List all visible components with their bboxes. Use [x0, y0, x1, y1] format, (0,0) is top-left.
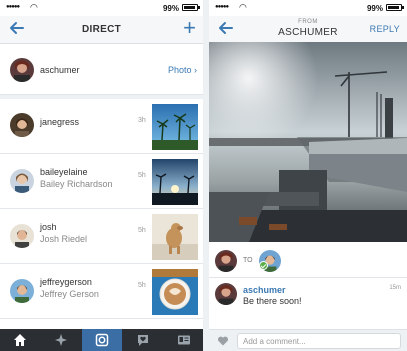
list-item-fullname: Josh Riedel: [40, 234, 88, 244]
comment-text: Be there soon!: [243, 296, 302, 306]
thumbnail-image: [152, 269, 198, 315]
list-item-username: jeffreygerson: [40, 277, 92, 287]
tab-explore[interactable]: [41, 329, 81, 351]
list-item[interactable]: baileyelaine Bailey Richardson 5h: [0, 154, 203, 209]
comment-composer: [209, 329, 407, 351]
camera-icon: [95, 333, 109, 347]
list-item-fullname: Bailey Richardson: [40, 179, 113, 189]
comment-input[interactable]: [237, 333, 401, 349]
battery-percent: 99%: [162, 4, 179, 13]
status-bar: ●●●●● ◠ 99%: [209, 0, 407, 16]
battery-percent: 99%: [366, 4, 383, 13]
avatar: [10, 224, 34, 248]
thumbnail-image: [152, 104, 198, 150]
message-detail-screen: ●●●●● ◠ 99% FROM ASCHUMER REPLY TO aschu…: [209, 0, 407, 351]
direct-inbox-screen: ●●●●● ◠ 99% DIRECT + aschumer Photo › ja…: [0, 0, 203, 351]
detail-header: FROM ASCHUMER REPLY: [209, 16, 407, 44]
signal-icon: ●●●●●: [215, 4, 229, 10]
list-item[interactable]: josh Josh Riedel 5h: [0, 209, 203, 264]
inbox-top-row[interactable]: aschumer Photo ›: [0, 45, 203, 95]
activity-icon: [138, 335, 148, 346]
list-item-fullname: Jeffrey Gerson: [40, 289, 99, 299]
wifi-icon: ◠: [30, 2, 38, 12]
battery-icon: [386, 4, 404, 11]
avatar: [215, 250, 237, 272]
avatar: [10, 113, 34, 137]
avatar: [215, 283, 237, 305]
list-item-username: janegress: [40, 117, 80, 127]
list-item-time: 5h: [138, 282, 146, 289]
tab-profile[interactable]: [164, 329, 203, 351]
list-item-time: 3h: [138, 117, 146, 124]
tab-home[interactable]: [0, 329, 40, 351]
avatar: [10, 279, 34, 303]
photo-link[interactable]: Photo ›: [168, 65, 197, 75]
thumbnail-image: [152, 214, 198, 260]
explore-icon: [55, 334, 67, 346]
new-message-button[interactable]: +: [183, 17, 196, 39]
tab-activity[interactable]: [123, 329, 163, 351]
list-item-time: 5h: [138, 227, 146, 234]
recipients-row: TO: [209, 244, 407, 278]
status-bar: ●●●●● ◠ 99%: [0, 0, 203, 16]
avatar: [10, 58, 34, 82]
home-icon: [14, 334, 26, 346]
thumbnail-image: [152, 159, 198, 205]
profile-icon: [178, 335, 190, 345]
list-item-time: 5h: [138, 172, 146, 179]
inbox-header: DIRECT +: [0, 16, 203, 44]
to-label: TO: [243, 257, 253, 264]
list-item-username: josh: [40, 222, 57, 232]
tab-camera[interactable]: [82, 329, 122, 351]
message-list: janegress 3h baileyelaine Bailey Richard…: [0, 95, 203, 319]
message-photo: [209, 42, 407, 242]
avatar: [10, 169, 34, 193]
list-item[interactable]: jeffreygerson Jeffrey Gerson 5h: [0, 264, 203, 319]
seen-check-icon: [259, 261, 268, 270]
comment-username[interactable]: aschumer: [243, 285, 286, 295]
page-title: DIRECT: [81, 24, 122, 35]
list-item-username: baileyelaine: [40, 167, 88, 177]
signal-icon: ●●●●●: [6, 4, 20, 10]
tab-bar: [0, 329, 203, 351]
heart-icon[interactable]: [217, 335, 229, 347]
comment-time: 15m: [389, 285, 401, 291]
sender-username: aschumer: [40, 65, 80, 75]
list-item[interactable]: janegress 3h: [0, 99, 203, 154]
battery-icon: [182, 4, 200, 11]
wifi-icon: ◠: [239, 2, 247, 12]
reply-button[interactable]: REPLY: [370, 24, 400, 34]
comment-item: aschumer Be there soon! 15m: [209, 279, 407, 329]
